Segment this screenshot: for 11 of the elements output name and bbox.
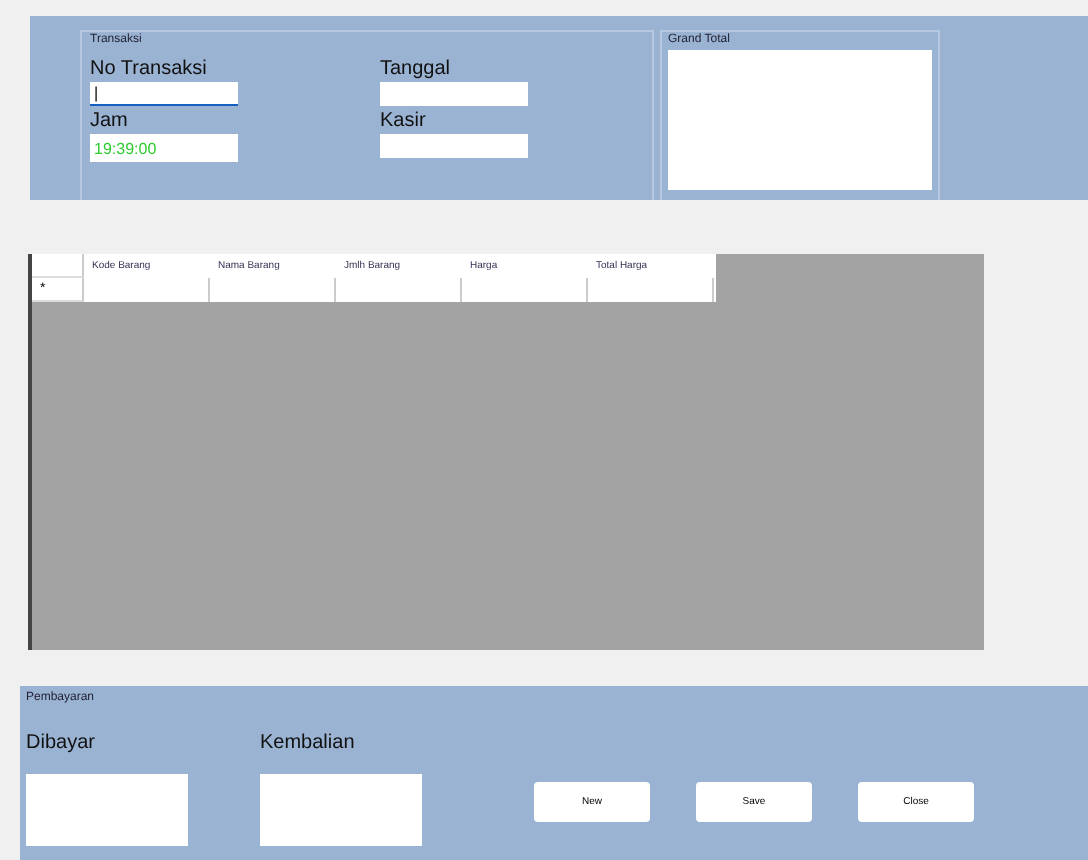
field-label: Jam [90,110,130,134]
field-label: Kasir [380,110,428,134]
field-label: Kembalian [260,730,357,758]
input-field[interactable] [260,774,422,846]
input-field[interactable] [380,82,528,106]
input-field[interactable] [380,134,528,158]
field-label: Tanggal [380,58,453,82]
input-field[interactable]: | [90,82,238,106]
field-label: Dibayar [26,730,97,758]
field-label: No Transaksi [90,58,209,82]
input-field[interactable] [26,774,188,846]
